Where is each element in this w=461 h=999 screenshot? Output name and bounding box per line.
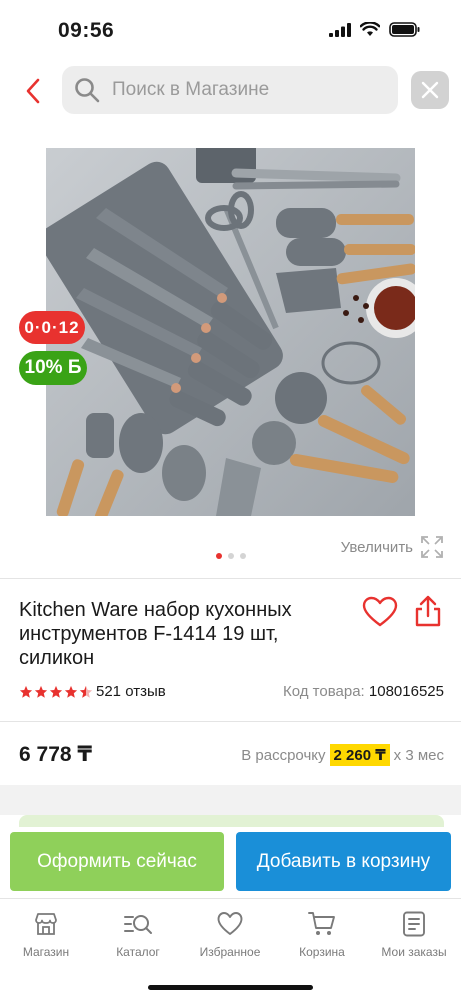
search-row (0, 66, 461, 116)
star-icon (49, 685, 63, 698)
zoom-label: Увеличить (340, 538, 413, 556)
heart-icon (362, 596, 398, 627)
sku-value: 108016525 (368, 683, 444, 700)
carousel-dot-3[interactable] (239, 553, 246, 559)
tab-label: Мои заказы (381, 945, 447, 959)
installment-prefix: В рассрочку (241, 746, 326, 764)
back-button[interactable] (16, 74, 50, 108)
installment-info[interactable]: В рассрочку 2 260 ₸ х 3 мес (241, 744, 444, 766)
tab-label: Избранное (199, 945, 261, 959)
tab-label: Корзина (299, 945, 345, 959)
action-bar: Оформить сейчас Добавить в корзину (0, 827, 461, 897)
shop-icon (35, 913, 57, 935)
close-icon (421, 81, 439, 99)
add-to-cart-button[interactable]: Добавить в корзину (236, 832, 451, 891)
star-icon (19, 685, 33, 698)
sku: Код товара: 108016525 (283, 683, 444, 700)
tab-orders[interactable]: Мои заказы (368, 911, 460, 959)
tab-bar: Магазин Каталог Избранное Корзина Мои за… (0, 898, 461, 999)
reviews-link[interactable]: 521 отзыв (96, 683, 166, 700)
heart-icon (217, 912, 243, 935)
tab-label: Магазин (22, 945, 70, 959)
product-image[interactable] (46, 148, 415, 516)
price: 6 778 ₸ (19, 743, 92, 766)
share-icon (415, 595, 441, 627)
installment-suffix: х 3 мес (393, 746, 444, 764)
search-input[interactable] (112, 79, 372, 101)
search-icon (75, 78, 100, 103)
bonus-badge: 10% Б (19, 351, 87, 385)
star-half-icon (79, 685, 93, 698)
signal-icon (329, 22, 351, 37)
status-bar: 09:56 (0, 0, 461, 60)
wifi-icon (360, 22, 380, 36)
orders-icon (403, 911, 425, 937)
expand-icon (421, 536, 443, 558)
tab-shop[interactable]: Магазин (0, 911, 92, 959)
tab-favorites[interactable]: Избранное (184, 911, 276, 959)
product-title: Kitchen Ware набор кухонных инструментов… (19, 599, 292, 669)
favorite-button[interactable] (361, 596, 399, 628)
catalog-icon (124, 915, 152, 934)
price-row: 6 778 ₸ В рассрочку 2 260 ₸ х 3 мес (19, 742, 444, 768)
search-box[interactable] (62, 66, 398, 114)
rating-row: 521 отзыв Код товара: 108016525 (19, 683, 444, 703)
status-icons (329, 22, 421, 37)
home-indicator (148, 985, 313, 990)
tab-catalog[interactable]: Каталог (92, 911, 184, 959)
cart-icon (308, 912, 335, 935)
sku-label: Код товара: (283, 683, 365, 700)
star-icon (34, 685, 48, 698)
status-time: 09:56 (58, 19, 115, 42)
kitchen-utensils-illustration (46, 148, 415, 516)
chevron-left-icon (26, 78, 40, 104)
divider (0, 721, 461, 722)
promo-banner-edge (19, 815, 444, 827)
battery-icon (389, 22, 420, 37)
clear-search-button[interactable] (411, 71, 449, 109)
section-spacer (0, 785, 461, 815)
carousel-dot-1[interactable] (215, 553, 222, 559)
divider (0, 578, 461, 579)
installment-badge: 0·0·12 (19, 311, 85, 344)
tab-cart[interactable]: Корзина (276, 911, 368, 959)
star-icon (64, 685, 78, 698)
tab-label: Каталог (116, 945, 160, 959)
carousel-dot-2[interactable] (227, 553, 234, 559)
share-button[interactable] (413, 594, 443, 628)
rating-stars (19, 685, 93, 699)
buy-now-button[interactable]: Оформить сейчас (10, 832, 224, 891)
zoom-button[interactable]: Увеличить (341, 536, 443, 558)
installment-amount: 2 260 ₸ (329, 744, 390, 766)
